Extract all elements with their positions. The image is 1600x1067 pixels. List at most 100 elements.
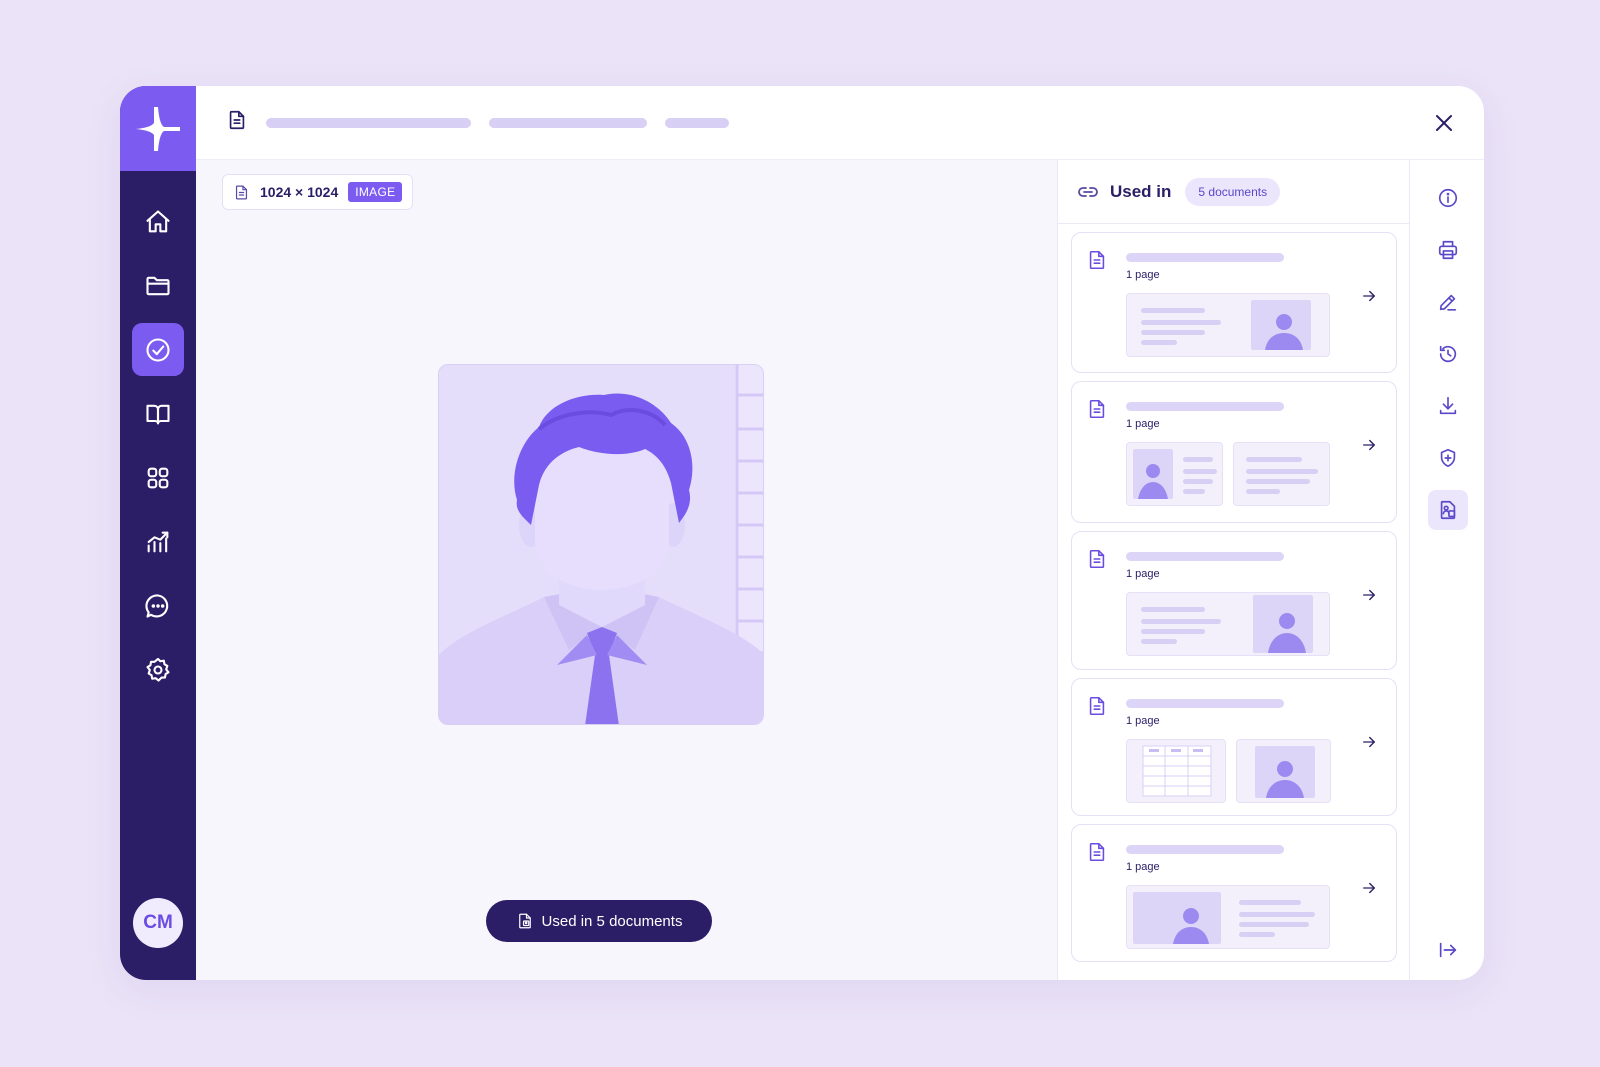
- document-image-icon: [518, 913, 531, 929]
- page-thumbnail: [1126, 739, 1226, 803]
- used-in-title: Used in: [1110, 181, 1172, 201]
- check-circle-icon: [146, 337, 170, 362]
- used-in-panel: Used in 5 documents 1 page 1 page 1 page…: [1058, 160, 1410, 980]
- arrow-right-icon: [1360, 586, 1378, 609]
- document-thumbnails: [1126, 592, 1330, 656]
- sidebar-item-files[interactable]: [132, 259, 184, 312]
- page-thumbnail: [1233, 442, 1330, 506]
- collapse-panel-icon: [1439, 942, 1457, 958]
- document-page-count: 1 page: [1126, 418, 1160, 430]
- document-icon: [1086, 841, 1108, 868]
- arrow-right-icon: [1360, 436, 1378, 459]
- spark-logo-icon: [136, 106, 180, 151]
- spark-logo[interactable]: [120, 86, 196, 171]
- document-thumbnails: [1126, 442, 1330, 506]
- apps-grid-icon: [147, 467, 169, 488]
- settings-icon: [146, 657, 170, 682]
- image-viewer: 1024 × 1024 IMAGE Used in 5 documents: [196, 160, 1058, 980]
- chat-icon: [145, 593, 169, 618]
- person-silhouette-icon: [1268, 613, 1306, 653]
- person-silhouette-icon: [1138, 464, 1168, 499]
- edit-icon: [1439, 294, 1457, 311]
- file-icon: [235, 185, 248, 199]
- download-button[interactable]: [1428, 386, 1468, 426]
- collapse-panel-button[interactable]: [1428, 930, 1468, 970]
- book-icon: [146, 404, 170, 424]
- page-thumbnail: [1126, 442, 1223, 506]
- document-card[interactable]: 1 page: [1071, 381, 1397, 523]
- document-title-placeholder: [1126, 699, 1284, 708]
- breadcrumb-placeholder-3: [665, 117, 729, 128]
- tools-rail: [1410, 160, 1484, 980]
- document-card[interactable]: 1 page: [1071, 531, 1397, 670]
- document-title-placeholder: [1126, 552, 1284, 561]
- sidebar-item-messages[interactable]: [132, 579, 184, 632]
- document-icon: [226, 109, 248, 136]
- person-silhouette-icon: [1265, 314, 1303, 350]
- link-icon: [1078, 186, 1098, 197]
- breadcrumb-placeholder-2: [489, 117, 647, 128]
- sidebar: CM: [120, 86, 196, 980]
- table-thumbnail: [1142, 745, 1212, 797]
- sidebar-item-review[interactable]: [132, 323, 184, 376]
- person-silhouette-icon: [1173, 908, 1209, 944]
- info-icon: [1438, 188, 1458, 208]
- app-window: CM 1024 × 1024 IMAGE Used in 5 documents…: [120, 86, 1484, 980]
- print-button[interactable]: [1428, 230, 1468, 270]
- main-area: 1024 × 1024 IMAGE Used in 5 documents Us…: [196, 86, 1484, 980]
- document-page-count: 1 page: [1126, 568, 1160, 580]
- page-thumbnail: [1236, 739, 1331, 803]
- sidebar-item-analytics[interactable]: [132, 515, 184, 568]
- document-page-count: 1 page: [1126, 269, 1160, 281]
- document-image-icon: [1440, 500, 1456, 520]
- content-row: 1024 × 1024 IMAGE Used in 5 documents Us…: [196, 160, 1484, 980]
- sidebar-item-library[interactable]: [132, 387, 184, 440]
- avatar[interactable]: CM: [133, 898, 183, 948]
- document-title-placeholder: [1126, 402, 1284, 411]
- document-title-placeholder: [1126, 845, 1284, 854]
- sidebar-item-home[interactable]: [132, 195, 184, 248]
- document-icon: [1086, 695, 1108, 722]
- used-in-documents-label: Used in 5 documents: [541, 912, 683, 930]
- document-icon: [1086, 398, 1108, 425]
- sidebar-item-apps[interactable]: [132, 451, 184, 504]
- portrait-image: [438, 364, 764, 725]
- portrait-illustration: [439, 365, 763, 724]
- arrow-right-icon: [1360, 287, 1378, 310]
- used-in-documents-button[interactable]: Used in 5 documents: [486, 900, 712, 942]
- page-thumbnail: [1126, 885, 1330, 949]
- document-icon: [1086, 548, 1108, 575]
- sidebar-nav: [132, 195, 184, 696]
- used-in-header: Used in 5 documents: [1058, 160, 1409, 224]
- download-icon: [1439, 396, 1457, 415]
- document-thumbnails: [1126, 293, 1330, 357]
- document-list: 1 page 1 page 1 page 1 page 1 page: [1058, 224, 1409, 962]
- used-in-button[interactable]: [1428, 490, 1468, 530]
- sidebar-item-settings[interactable]: [132, 643, 184, 696]
- image-dimensions: 1024 × 1024: [260, 184, 339, 200]
- arrow-right-icon: [1360, 733, 1378, 756]
- close-icon: [1436, 115, 1452, 131]
- page-thumbnail: [1126, 592, 1330, 656]
- person-silhouette-icon: [1266, 761, 1304, 798]
- document-card[interactable]: 1 page: [1071, 678, 1397, 816]
- history-icon: [1439, 345, 1457, 363]
- arrow-right-icon: [1360, 879, 1378, 902]
- document-icon: [1086, 249, 1108, 276]
- home-icon: [146, 209, 170, 232]
- analytics-icon: [147, 531, 169, 552]
- image-type-badge: IMAGE: [348, 182, 403, 202]
- shield-icon: [1440, 448, 1456, 468]
- close-button[interactable]: [1432, 111, 1456, 135]
- document-card[interactable]: 1 page: [1071, 232, 1397, 373]
- info-button[interactable]: [1428, 178, 1468, 218]
- security-button[interactable]: [1428, 438, 1468, 478]
- document-title-placeholder: [1126, 253, 1284, 262]
- documents-count-badge: 5 documents: [1185, 177, 1281, 206]
- document-card[interactable]: 1 page: [1071, 824, 1397, 962]
- image-info-chip: 1024 × 1024 IMAGE: [222, 174, 414, 210]
- print-icon: [1438, 240, 1458, 260]
- history-button[interactable]: [1428, 334, 1468, 374]
- page-thumbnail: [1126, 293, 1330, 357]
- edit-button[interactable]: [1428, 282, 1468, 322]
